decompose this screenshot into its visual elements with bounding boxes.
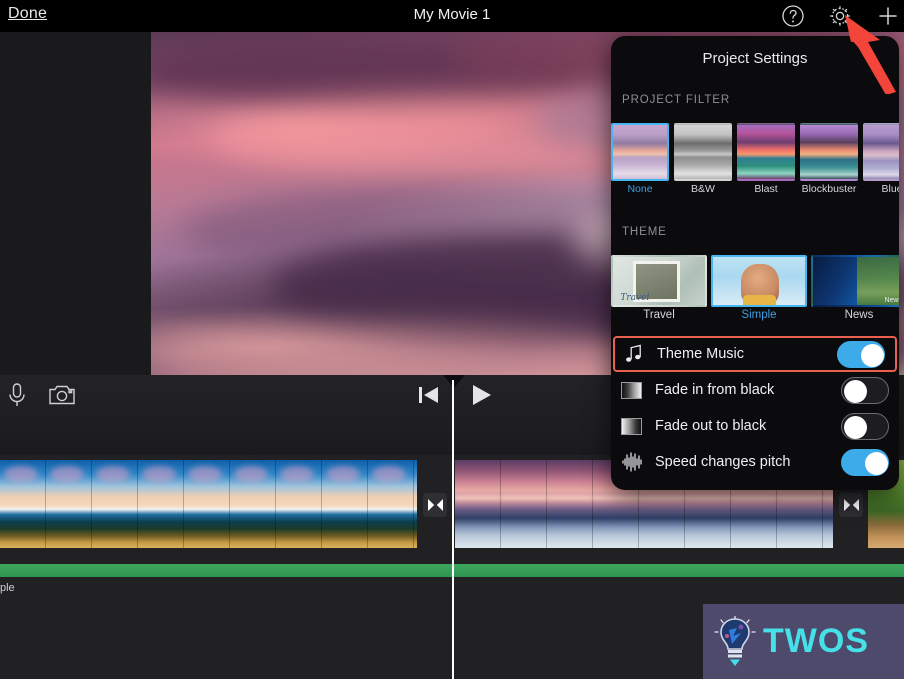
project-settings-panel: Project Settings PROJECT FILTER None B&W… (611, 36, 899, 490)
play-button[interactable] (470, 384, 492, 406)
project-filter-strip[interactable]: None B&W Blast Blockbuster Blue (611, 123, 899, 199)
filter-label: None (627, 183, 653, 195)
theme-strip[interactable]: Travel Simple News (611, 255, 899, 331)
filter-option-blast[interactable]: Blast (737, 123, 795, 199)
theme-section-label: THEME (622, 226, 667, 238)
music-note-icon (623, 343, 649, 365)
skip-to-start-button[interactable] (418, 385, 440, 405)
lightbulb-icon (713, 614, 757, 668)
setting-row-fade-out-to-black[interactable]: Fade out to black (611, 408, 899, 444)
camera-icon[interactable] (48, 383, 76, 407)
audio-track-label: ple (0, 582, 15, 594)
setting-label: Fade out to black (655, 418, 767, 434)
settings-rows: Theme Music Fade in from black Fade out … (611, 336, 899, 480)
filter-thumbnail (800, 123, 858, 181)
filter-option-bw[interactable]: B&W (674, 123, 732, 199)
project-filter-section-label: PROJECT FILTER (622, 94, 731, 106)
playhead-line[interactable] (452, 380, 454, 679)
clip-frame (0, 460, 46, 548)
transition-handle-2[interactable] (839, 493, 863, 517)
theme-label: News (844, 309, 874, 321)
clip-frame (138, 460, 184, 548)
clip-frame (92, 460, 138, 548)
top-bar: Done My Movie 1 (0, 0, 904, 32)
clip-frame (322, 460, 368, 548)
speed-changes-pitch-toggle[interactable] (841, 448, 889, 476)
filter-label: Blue (881, 183, 899, 195)
setting-label: Fade in from black (655, 382, 775, 398)
toggle-knob (844, 415, 867, 439)
filter-option-none[interactable]: None (611, 123, 669, 199)
clip-frame (368, 460, 414, 548)
setting-row-theme-music[interactable]: Theme Music (613, 336, 897, 372)
clip-frame (501, 460, 547, 548)
preview-left-padding (0, 32, 151, 375)
watermark-text: TWOS (763, 622, 869, 660)
panel-title: Project Settings (702, 50, 808, 67)
clip-frame (547, 460, 593, 548)
clip-frame (46, 460, 92, 548)
page-title: My Movie 1 (413, 6, 491, 23)
playhead-marker (443, 375, 465, 388)
filter-thumbnail (737, 123, 795, 181)
theme-label: Simple (741, 309, 777, 321)
theme-thumbnail (811, 255, 899, 307)
setting-label: Theme Music (657, 346, 745, 362)
setting-label: Speed changes pitch (655, 454, 791, 470)
setting-row-speed-changes-pitch[interactable]: Speed changes pitch (611, 444, 899, 480)
filter-label: B&W (691, 183, 715, 195)
toggle-knob (865, 451, 888, 475)
clip-frame (414, 460, 417, 548)
theme-thumbnail (711, 255, 807, 307)
filter-label: Blockbuster (801, 183, 857, 195)
plus-icon[interactable] (875, 3, 901, 29)
toggle-knob (844, 379, 867, 403)
filter-thumbnail (611, 123, 669, 181)
theme-option-simple[interactable]: Simple (711, 255, 807, 331)
waveform-icon (621, 451, 647, 473)
toggle-knob (861, 343, 884, 367)
help-icon[interactable] (780, 3, 806, 29)
clip-frame (455, 460, 501, 548)
theme-option-news[interactable]: News (811, 255, 899, 331)
timeline-clip-1[interactable] (0, 460, 417, 548)
clip-frame (230, 460, 276, 548)
theme-label: Travel (643, 309, 675, 321)
filter-thumbnail (674, 123, 732, 181)
theme-thumbnail (611, 255, 707, 307)
gear-icon[interactable] (827, 3, 853, 29)
clip-frame (276, 460, 322, 548)
filter-thumbnail (863, 123, 899, 181)
filter-option-blockbuster[interactable]: Blockbuster (800, 123, 858, 199)
microphone-icon[interactable] (6, 382, 28, 408)
theme-option-travel[interactable]: Travel (611, 255, 707, 331)
fade-out-gradient-icon (621, 415, 647, 437)
watermark: TWOS (703, 604, 904, 679)
imovie-project-editor: ple Done My Movie 1 Project Settings PRO… (0, 0, 904, 679)
setting-row-fade-in-from-black[interactable]: Fade in from black (611, 372, 899, 408)
fade-in-toggle[interactable] (841, 376, 889, 404)
fade-out-toggle[interactable] (841, 412, 889, 440)
clip-frame (184, 460, 230, 548)
theme-music-toggle[interactable] (837, 340, 885, 368)
fade-in-gradient-icon (621, 379, 647, 401)
filter-label: Blast (754, 183, 778, 195)
transition-handle-1[interactable] (423, 493, 447, 517)
filter-option-blue[interactable]: Blue (863, 123, 899, 199)
